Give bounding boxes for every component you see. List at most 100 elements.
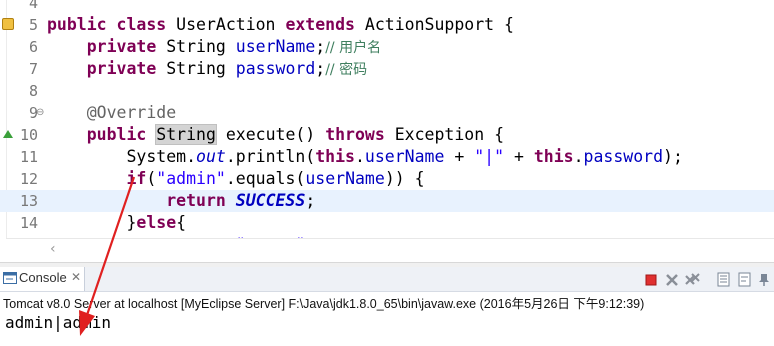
code-token: public bbox=[47, 15, 107, 34]
code-token: public bbox=[86, 125, 147, 144]
horizontal-scrollbar[interactable]: ‹ bbox=[6, 238, 774, 261]
scroll-left-icon[interactable]: ‹ bbox=[50, 241, 56, 257]
code-token: "admin" bbox=[156, 169, 226, 188]
code-text: public String execute() throws Exception… bbox=[47, 124, 504, 146]
console-icon bbox=[3, 272, 17, 284]
code-line[interactable]: 4 bbox=[0, 0, 774, 14]
code-token: Exception { bbox=[384, 125, 505, 144]
code-token: execute() bbox=[215, 125, 326, 144]
code-token: "|" bbox=[474, 147, 505, 166]
code-token: )) { bbox=[384, 169, 425, 188]
code-token: String bbox=[156, 37, 236, 56]
line-number: 8 bbox=[28, 82, 38, 100]
code-token: private bbox=[86, 59, 157, 78]
tab-console[interactable]: Console ✕ bbox=[0, 267, 85, 291]
line-number: 5 bbox=[28, 16, 38, 34]
code-token: .println( bbox=[225, 147, 316, 166]
code-token: private bbox=[86, 37, 157, 56]
code-token: SUCCESS bbox=[235, 191, 306, 210]
console-tab-bar: Console ✕ bbox=[0, 267, 774, 292]
fold-toggle-icon[interactable]: ⊖ bbox=[36, 102, 44, 124]
code-token: else bbox=[136, 213, 177, 232]
line-number: 11 bbox=[19, 148, 38, 166]
code-line[interactable]: 12 if("admin".equals(userName)) { bbox=[0, 168, 774, 190]
pin-console-icon[interactable] bbox=[757, 271, 773, 287]
code-line[interactable]: 13 return SUCCESS; bbox=[0, 190, 774, 212]
code-editor[interactable]: 4 5 public class UserAction extends Action… bbox=[0, 0, 774, 262]
code-line[interactable]: 9 ⊖ @Override bbox=[0, 102, 774, 124]
code-token: + bbox=[504, 147, 534, 166]
console-output[interactable]: admin|admin bbox=[5, 313, 111, 332]
line-number: 10 bbox=[19, 126, 38, 144]
close-icon[interactable]: ✕ bbox=[71, 270, 81, 284]
code-token: ; bbox=[315, 37, 326, 56]
code-line[interactable]: 6 private String userName;// 用户名 bbox=[0, 36, 774, 58]
code-token: class bbox=[116, 15, 167, 34]
code-token: ( bbox=[146, 169, 157, 188]
code-token: this bbox=[533, 147, 574, 166]
code-token: throws bbox=[325, 125, 385, 144]
code-token: String bbox=[155, 124, 217, 145]
code-line[interactable]: 5 public class UserAction extends ActionS… bbox=[0, 14, 774, 36]
code-token: // 密码 bbox=[325, 62, 368, 78]
code-token: userName bbox=[305, 169, 385, 188]
code-token: if bbox=[126, 169, 147, 188]
override-marker-icon[interactable] bbox=[3, 130, 13, 138]
line-number: 4 bbox=[28, 0, 38, 12]
line-number: 13 bbox=[19, 192, 38, 210]
code-token: .equals( bbox=[225, 169, 306, 188]
code-token: userName bbox=[364, 147, 445, 166]
remove-all-terminated-icon[interactable] bbox=[684, 271, 700, 287]
code-line[interactable]: 11 System.out.println(this.userName + "|… bbox=[0, 146, 774, 168]
code-token: out bbox=[196, 147, 226, 166]
code-text: @Override bbox=[47, 102, 176, 124]
code-token: + bbox=[444, 147, 475, 166]
code-token: String bbox=[156, 59, 236, 78]
word-wrap-icon[interactable] bbox=[737, 271, 753, 287]
code-line[interactable]: 10 public String execute() throws Except… bbox=[0, 124, 774, 146]
code-text: if("admin".equals(userName)) { bbox=[47, 168, 425, 190]
scroll-lock-icon[interactable] bbox=[716, 271, 732, 287]
code-text: public class UserAction extends ActionSu… bbox=[47, 14, 514, 36]
code-token: return bbox=[166, 191, 226, 210]
code-token: password bbox=[583, 147, 664, 166]
line-number: 12 bbox=[19, 170, 38, 188]
code-token: // 用户名 bbox=[325, 40, 382, 56]
code-line[interactable]: 8 bbox=[0, 80, 774, 102]
code-token: System. bbox=[47, 147, 197, 166]
terminate-icon[interactable] bbox=[643, 271, 659, 287]
warning-marker-icon[interactable] bbox=[2, 18, 14, 30]
console-tab-label: Console bbox=[19, 270, 67, 285]
code-token: ActionSupport { bbox=[354, 15, 514, 34]
code-token: @Override bbox=[86, 103, 177, 122]
code-token: this bbox=[315, 147, 355, 166]
remove-launch-icon[interactable] bbox=[664, 271, 680, 287]
code-token: . bbox=[354, 147, 365, 166]
code-text: private String password;// 密码 bbox=[47, 58, 367, 81]
code-token: ; bbox=[305, 191, 316, 210]
code-token: password bbox=[235, 59, 316, 78]
line-number: 7 bbox=[28, 60, 38, 78]
line-number: 14 bbox=[19, 214, 38, 232]
code-token: { bbox=[176, 213, 187, 232]
code-text: System.out.println(this.userName + "|" +… bbox=[47, 146, 682, 168]
code-line[interactable]: 14 }else{ bbox=[0, 212, 774, 234]
code-line[interactable]: 7 private String password;// 密码 bbox=[0, 58, 774, 80]
code-token: UserAction bbox=[166, 15, 286, 34]
code-token: userName bbox=[235, 37, 316, 56]
code-text: private String userName;// 用户名 bbox=[47, 36, 381, 59]
line-number: 9 bbox=[28, 104, 38, 122]
code-token: } bbox=[47, 213, 137, 232]
code-token: ; bbox=[315, 59, 326, 78]
code-token: . bbox=[573, 147, 584, 166]
code-text: return SUCCESS; bbox=[47, 190, 315, 212]
code-text: }else{ bbox=[47, 212, 186, 234]
